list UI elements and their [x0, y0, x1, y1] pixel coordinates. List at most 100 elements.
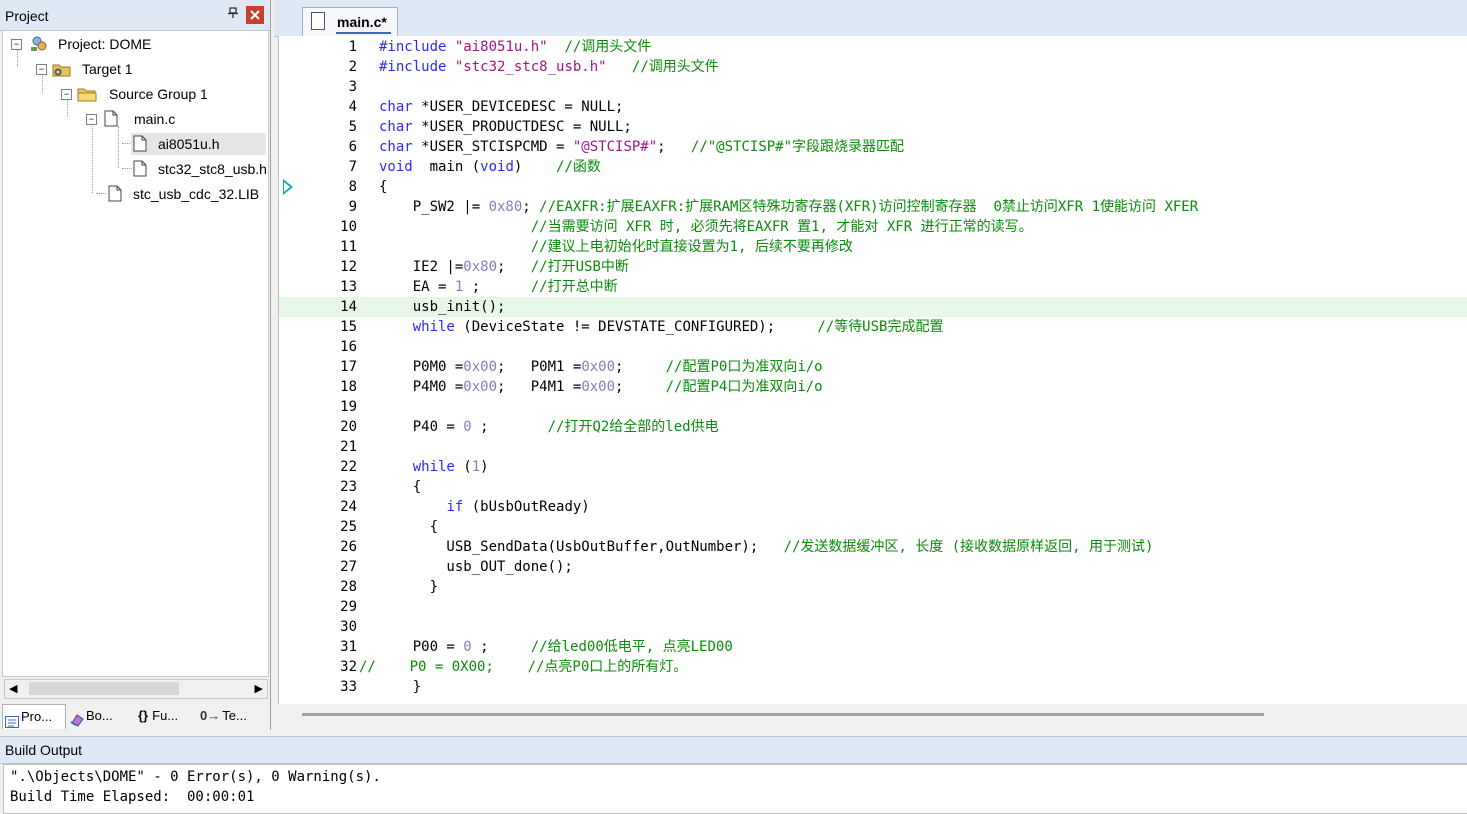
collapse-icon[interactable]: − — [11, 39, 22, 50]
line-number: 33 — [340, 679, 357, 695]
code-line[interactable]: 12 IE2 |=0x80; //打开USB中断 — [279, 257, 1467, 277]
line-number: 20 — [340, 419, 357, 435]
code-line[interactable]: 24 if (bUsbOutReady) — [279, 497, 1467, 517]
code-line[interactable]: 27 usb_OUT_done(); — [279, 557, 1467, 577]
code-line[interactable]: 3 — [279, 77, 1467, 97]
code-text: char *USER_STCISPCMD = "@STCISP#"; //"@S… — [379, 137, 904, 157]
line-number: 7 — [348, 159, 357, 175]
code-line[interactable]: 19 — [279, 397, 1467, 417]
code-text: while (DeviceState != DEVSTATE_CONFIGURE… — [379, 317, 944, 337]
code-line[interactable]: 1 #include "ai8051u.h" //调用头文件 — [279, 37, 1467, 57]
code-line[interactable]: 13 EA = 1 ; //打开总中断 — [279, 277, 1467, 297]
code-token: 0x00 — [463, 359, 498, 375]
code-token: ; P4M1 = — [497, 379, 582, 395]
code-token: P_SW2 |= — [379, 199, 489, 215]
code-line[interactable]: 6 char *USER_STCISPCMD = "@STCISP#"; //"@… — [279, 137, 1467, 157]
code-line[interactable]: 2 #include "stc32_stc8_usb.h" //调用头文件 — [279, 57, 1467, 77]
code-token: ; — [497, 259, 531, 275]
tree-node-label: ai8051u.h — [158, 136, 220, 152]
code-line[interactable]: 8{ — [279, 177, 1467, 197]
file-icon — [311, 12, 325, 30]
code-line[interactable]: 20 P40 = 0 ; //打开Q2给全部的led供电 — [279, 417, 1467, 437]
close-pane-button[interactable] — [246, 6, 264, 24]
line-number: 19 — [340, 399, 357, 415]
project-horizontal-scrollbar[interactable]: ◀ ▶ — [4, 679, 268, 699]
scroll-thumb[interactable] — [29, 682, 179, 695]
tab-functions[interactable]: {} Fu... — [136, 704, 194, 728]
line-number: 16 — [340, 339, 357, 355]
file-icon — [104, 110, 118, 133]
collapse-icon[interactable]: − — [36, 64, 47, 75]
tree-node-label: main.c — [134, 111, 176, 127]
scroll-left-icon[interactable]: ◀ — [9, 682, 17, 695]
line-number: 9 — [348, 199, 357, 215]
project-pane-header: Project — [0, 0, 270, 31]
code-text: //当需要访问 XFR 时, 必须先将EAXFR 置1, 才能对 XFR 进行正… — [379, 217, 1033, 237]
code-text: } — [379, 577, 438, 597]
collapse-icon[interactable]: − — [61, 89, 72, 100]
tab-main-c[interactable]: main.c* — [302, 7, 398, 36]
code-token: char — [379, 119, 413, 135]
tree-node-label: Source Group 1 — [109, 86, 208, 102]
code-line[interactable]: 29 — [279, 597, 1467, 617]
code-line[interactable]: 25 { — [279, 517, 1467, 537]
code-token: if — [446, 499, 464, 515]
code-line[interactable]: 31 P00 = 0 ; //给led00低电平, 点亮LED00 — [279, 637, 1467, 657]
tab-project[interactable]: Pro... — [2, 704, 66, 729]
project-tab-icon — [5, 712, 19, 728]
code-line[interactable]: 22 while (1) — [279, 457, 1467, 477]
code-editor[interactable]: 1 #include "ai8051u.h" //调用头文件 2 #include "… — [278, 36, 1467, 704]
code-line[interactable]: 33 } — [279, 677, 1467, 697]
code-token: main ( — [412, 159, 481, 175]
line-number: 21 — [340, 439, 357, 455]
line-number: 29 — [340, 599, 357, 615]
code-token: USB_SendData(UsbOutBuffer,OutNumber); — [379, 539, 784, 555]
code-token: #include — [379, 39, 447, 55]
code-line[interactable]: 15 while (DeviceState != DEVSTATE_CONFIG… — [279, 317, 1467, 337]
code-text: //建议上电初始化时直接设置为1, 后续不要再修改 — [379, 237, 853, 257]
code-line[interactable]: 4 char *USER_DEVICEDESC = NULL; — [279, 97, 1467, 117]
code-token: 0x80 — [488, 199, 523, 215]
code-token: { — [379, 479, 422, 495]
code-line[interactable]: 30 — [279, 617, 1467, 637]
code-text: P40 = 0 ; //打开Q2给全部的led供电 — [379, 417, 719, 437]
code-line[interactable]: 28 } — [279, 577, 1467, 597]
code-line[interactable]: 11 //建议上电初始化时直接设置为1, 后续不要再修改 — [279, 237, 1467, 257]
code-line[interactable]: 23 { — [279, 477, 1467, 497]
tree-node-ai8051u-h[interactable]: ai8051u.h — [131, 133, 266, 155]
code-token: EA = — [379, 279, 455, 295]
code-line[interactable]: 26 USB_SendData(UsbOutBuffer,OutNumber);… — [279, 537, 1467, 557]
scroll-right-icon[interactable]: ▶ — [255, 682, 263, 695]
code-line[interactable]: 16 — [279, 337, 1467, 357]
code-line[interactable]: 21 — [279, 437, 1467, 457]
build-output-panel[interactable]: ".\Objects\DOME" - 0 Error(s), 0 Warning… — [3, 764, 1467, 814]
collapse-icon[interactable]: − — [86, 114, 97, 125]
code-line[interactable]: 14 usb_init(); — [279, 297, 1467, 317]
project-pane: Project − Project: DOME − Target 1 − Sou… — [0, 0, 271, 730]
code-token: char — [379, 99, 413, 115]
code-line[interactable]: 17 P0M0 =0x00; P0M1 =0x00; //配置P0口为准双向i/… — [279, 357, 1467, 377]
tab-templates[interactable]: 0→ Te... — [198, 704, 260, 728]
books-tab-icon — [70, 711, 84, 727]
code-line[interactable]: 5 char *USER_PRODUCTDESC = NULL; — [279, 117, 1467, 137]
code-line[interactable]: 32// P0 = 0X00; //点亮P0口上的所有灯。 — [279, 657, 1467, 677]
line-number: 6 — [348, 139, 357, 155]
line-number: 28 — [340, 579, 357, 595]
code-line[interactable]: 10 //当需要访问 XFR 时, 必须先将EAXFR 置1, 才能对 XFR … — [279, 217, 1467, 237]
build-output-header: Build Output — [0, 736, 1467, 764]
code-token: //函数 — [556, 159, 601, 175]
tab-label: Pro... — [21, 709, 53, 724]
code-line[interactable]: 7 void main (void) //函数 — [279, 157, 1467, 177]
code-text: #include "ai8051u.h" //调用头文件 — [379, 37, 651, 57]
pin-icon[interactable] — [227, 7, 239, 22]
editor-horizontal-scrollbar[interactable] — [278, 706, 1467, 724]
scroll-thumb[interactable] — [302, 713, 1264, 716]
code-token: ; — [471, 639, 531, 655]
code-token: ( — [454, 459, 472, 475]
tab-books[interactable]: Bo... — [68, 704, 130, 728]
code-line[interactable]: 9 P_SW2 |= 0x80; //EAXFR:扩展EAXFR:扩展RAM区特… — [279, 197, 1467, 217]
code-line[interactable]: 18 P4M0 =0x00; P4M1 =0x00; //配置P4口为准双向i/… — [279, 377, 1467, 397]
